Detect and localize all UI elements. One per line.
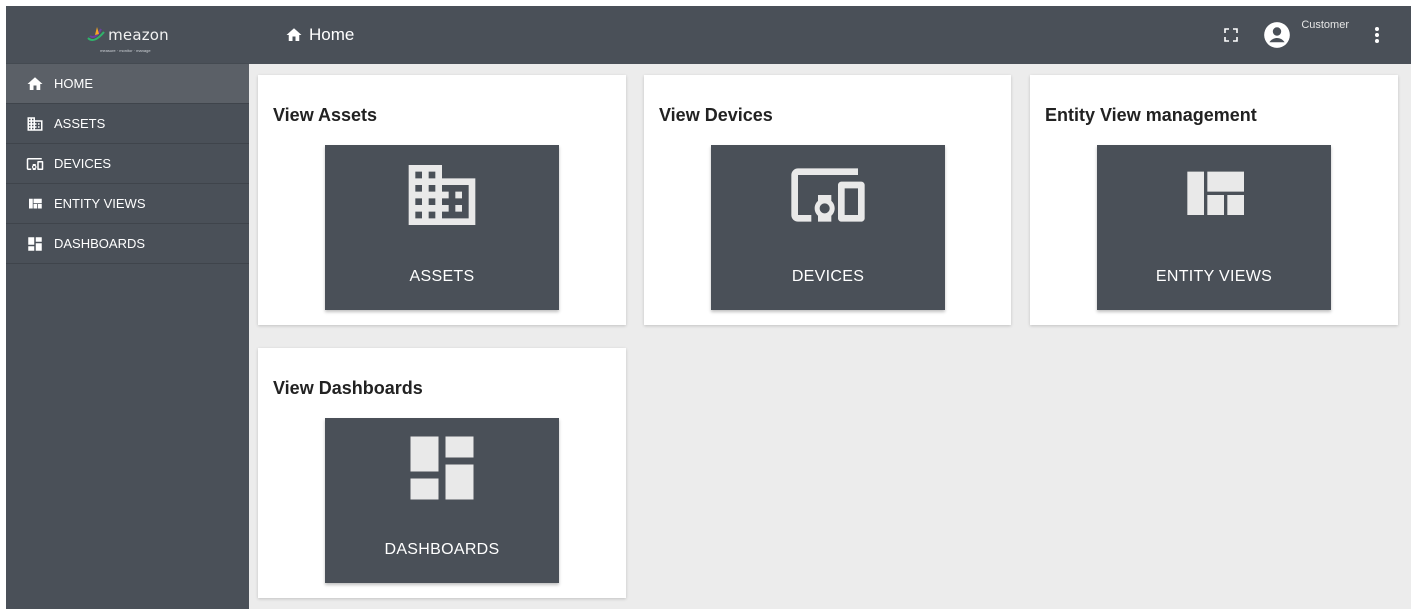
logo-bar: meazon measure · monitor · manage [6, 6, 249, 64]
more-menu-button[interactable] [1367, 23, 1387, 47]
sidebar-item-devices[interactable]: DEVICES [6, 144, 249, 184]
meazon-logo[interactable]: meazon measure · monitor · manage [86, 25, 169, 53]
more-vert-icon [1375, 27, 1379, 43]
dashboard-icon [400, 436, 484, 500]
dashboards-tile-button[interactable]: DASHBOARDS [325, 418, 559, 583]
tile-label: ENTITY VIEWS [1155, 268, 1273, 285]
user-avatar[interactable] [1263, 21, 1291, 49]
sidebar-item-entity-views[interactable]: ENTITY VIEWS [6, 184, 249, 224]
sidebar-item-label: DASHBOARDS [54, 236, 146, 251]
sidebar-item-home[interactable]: HOME [6, 64, 249, 104]
logo-tagline: measure · monitor · manage [100, 47, 151, 53]
dashboard-icon [25, 234, 44, 253]
meazon-logo-mark [87, 26, 105, 41]
page-title: Home [309, 25, 355, 44]
devices-tile-button[interactable]: DEVICES [711, 145, 945, 310]
sidebar: meazon measure · monitor · manage HOME A… [6, 6, 249, 609]
tile-label: ASSETS [409, 268, 475, 285]
domain-icon [25, 114, 44, 133]
fullscreen-button[interactable] [1219, 23, 1243, 47]
entity-views-tile-button[interactable]: ENTITY VIEWS [1097, 145, 1331, 310]
devices-card: View Devices DEVICES [644, 75, 1011, 325]
entity-views-card: Entity View management ENTITY VIEWS [1030, 75, 1398, 325]
account-circle-icon [1264, 22, 1291, 48]
top-toolbar: Home Customer [249, 6, 1411, 64]
sidebar-item-assets[interactable]: ASSETS [6, 104, 249, 144]
card-title: View Assets [273, 105, 378, 125]
user-role-label[interactable]: Customer [1301, 19, 1349, 31]
card-title: View Devices [659, 105, 773, 125]
home-icon [286, 28, 302, 41]
view-quilt-icon [25, 194, 44, 213]
sidebar-item-label: HOME [54, 76, 93, 91]
breadcrumb[interactable]: Home [285, 25, 354, 45]
sidebar-nav: HOME ASSETS DEVICES ENTITY VIEWS DASHBOA… [6, 64, 249, 264]
sidebar-item-dashboards[interactable]: DASHBOARDS [6, 224, 249, 264]
card-title: View Dashboards [273, 378, 423, 398]
assets-tile-button[interactable]: ASSETS [325, 145, 559, 310]
logo-text: meazon [108, 25, 169, 44]
devices-other-icon [25, 154, 44, 173]
sidebar-item-label: ASSETS [54, 116, 106, 131]
header-actions: Customer [1219, 6, 1411, 64]
sidebar-item-label: ENTITY VIEWS [54, 196, 146, 211]
dashboards-card: View Dashboards DASHBOARDS [258, 348, 626, 598]
tile-label: DASHBOARDS [384, 541, 500, 558]
card-title: Entity View management [1045, 105, 1257, 125]
app-root: meazon measure · monitor · manage HOME A… [6, 6, 1411, 609]
tile-label: DEVICES [791, 268, 865, 285]
assets-card: View Assets ASSETS [258, 75, 626, 325]
domain-icon [402, 165, 482, 225]
sidebar-item-label: DEVICES [54, 156, 112, 171]
devices-other-icon [788, 165, 868, 225]
fullscreen-icon [1224, 28, 1239, 42]
home-icon [25, 74, 44, 93]
view-quilt-icon [1174, 165, 1254, 225]
